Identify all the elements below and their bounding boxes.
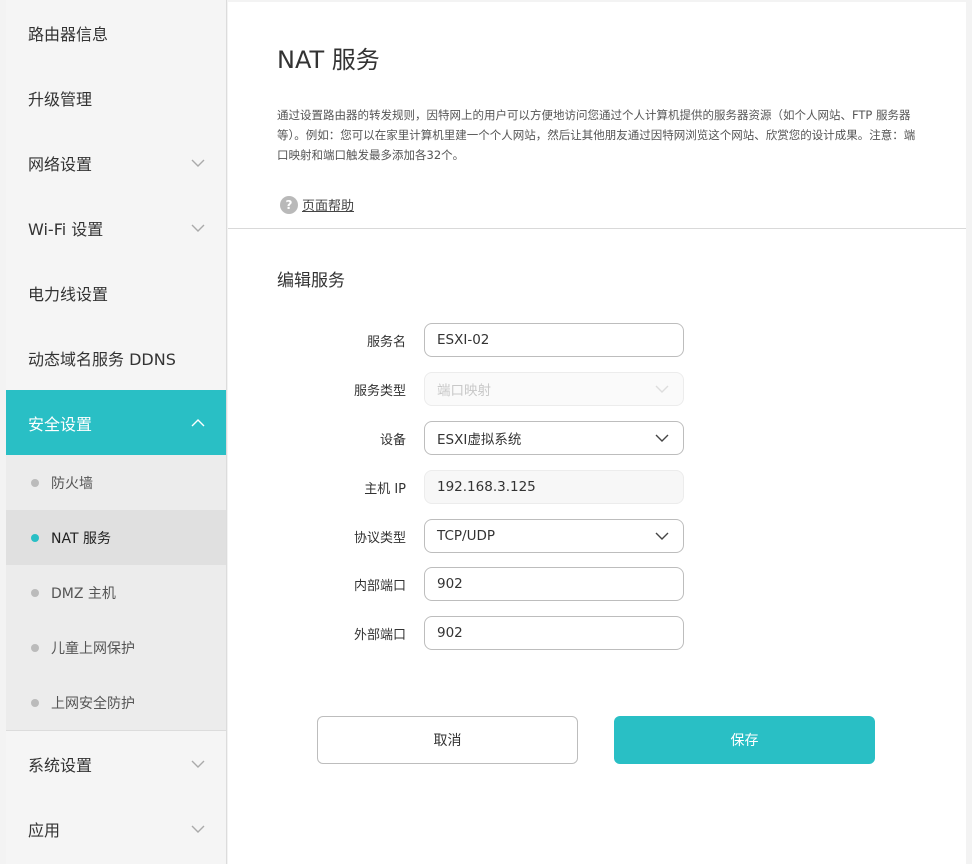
security-submenu: 防火墙 NAT 服务 DMZ 主机 儿童上网保护 上网安全防护 [6,455,226,731]
sidebar-item-security[interactable]: 安全设置 [6,390,226,455]
sidebar-item-upgrade[interactable]: 升级管理 [6,65,226,130]
sidebar-subitem-nat[interactable]: NAT 服务 [6,510,226,565]
sidebar-item-label: 升级管理 [28,89,93,109]
form-row-internal-port: 内部端口 902 [228,566,966,602]
bullet-dot-icon [31,698,39,707]
sidebar-item-system[interactable]: 系统设置 [6,731,226,796]
service-type-label: 服务类型 [353,383,406,399]
section-title: 编辑服务 [277,271,345,291]
sidebar-item-label: 路由器信息 [28,24,109,44]
internal-port-label: 内部端口 [353,578,406,594]
form-row-service-type: 服务类型 端口映射 [228,371,966,407]
sidebar-item-label: 网络设置 [28,154,93,174]
bullet-dot-icon [31,588,39,597]
sidebar-subitem-label: 儿童上网保护 [51,640,135,657]
sidebar-item-powerline[interactable]: 电力线设置 [6,260,226,325]
device-select[interactable]: ESXI虚拟系统 [424,421,684,455]
device-value: ESXI虚拟系统 [437,432,522,448]
chevron-down-icon [190,821,206,837]
host-ip-value: 192.168.3.125 [437,479,536,495]
internal-port-input[interactable]: 902 [424,567,684,601]
page-description: 通过设置路由器的转发规则，因特网上的用户可以方便地访问您通过个人计算机提供的服务… [277,108,916,162]
sidebar-item-wifi[interactable]: Wi-Fi 设置 [6,195,226,260]
sidebar-subitem-label: 防火墙 [51,475,93,492]
form-row-external-port: 外部端口 902 [228,615,966,651]
sidebar-subitem-firewall[interactable]: 防火墙 [6,455,226,510]
service-name-value: ESXI-02 [437,332,490,348]
bullet-dot-icon [31,643,39,652]
page-help-label: 页面帮助 [302,199,355,214]
sidebar-subitem-label: NAT 服务 [51,530,111,547]
sidebar-item-apps[interactable]: 应用 [6,796,226,861]
sidebar-item-label: 电力线设置 [28,284,109,304]
protocol-value: TCP/UDP [437,528,495,544]
protocol-select[interactable]: TCP/UDP [424,519,684,553]
service-type-select: 端口映射 [424,372,684,406]
page-title: NAT 服务 [277,46,380,74]
sidebar-subitem-label: 上网安全防护 [51,695,135,712]
form-row-host-ip: 主机 IP 192.168.3.125 [228,469,966,505]
host-ip-label: 主机 IP [364,481,406,497]
internal-port-value: 902 [437,576,463,592]
save-button[interactable]: 保存 [614,716,875,764]
sidebar-item-ddns[interactable]: 动态域名服务 DDNS [6,325,226,390]
chevron-down-icon [653,429,671,447]
form-row-device: 设备 ESXI虚拟系统 [228,420,966,456]
external-port-label: 外部端口 [353,627,406,643]
sidebar-item-label: 动态域名服务 DDNS [28,349,176,369]
protocol-label: 协议类型 [353,530,406,546]
service-name-label: 服务名 [366,334,406,350]
sidebar-item-label: 安全设置 [28,414,93,434]
device-label: 设备 [379,432,406,448]
sidebar-item-router-info[interactable]: 路由器信息 [6,0,226,65]
service-name-input[interactable]: ESXI-02 [424,323,684,357]
form-row-protocol: 协议类型 TCP/UDP [228,518,966,554]
main-content: NAT 服务 通过设置路由器的转发规则，因特网上的用户可以方便地访问您通过个人计… [228,2,966,864]
service-type-value: 端口映射 [437,383,491,399]
sidebar-item-label: 系统设置 [28,755,93,775]
chevron-down-icon [190,220,206,236]
help-icon: ? [280,195,298,214]
sidebar-item-network[interactable]: 网络设置 [6,130,226,195]
chevron-down-icon [653,527,671,545]
sidebar-item-label: Wi-Fi 设置 [28,219,104,239]
bullet-dot-icon [31,533,39,542]
sidebar: 路由器信息 升级管理 网络设置 Wi-Fi 设置 电力线设置 动态域名服务 DD… [6,0,227,864]
chevron-up-icon [190,415,206,431]
form-row-service-name: 服务名 ESXI-02 [228,322,966,358]
cancel-button[interactable]: 取消 [317,716,578,764]
chevron-down-icon [653,380,671,398]
divider [228,228,966,229]
sidebar-subitem-label: DMZ 主机 [51,585,116,602]
sidebar-subitem-parental[interactable]: 儿童上网保护 [6,620,226,675]
bullet-dot-icon [31,478,39,487]
sidebar-subitem-dmz[interactable]: DMZ 主机 [6,565,226,620]
external-port-input[interactable]: 902 [424,616,684,650]
chevron-down-icon [190,155,206,171]
sidebar-item-label: 应用 [28,820,61,840]
host-ip-field: 192.168.3.125 [424,470,684,504]
page-help-link[interactable]: ? 页面帮助 [280,195,354,214]
sidebar-subitem-web-security[interactable]: 上网安全防护 [6,675,226,730]
chevron-down-icon [190,756,206,772]
external-port-value: 902 [437,625,463,641]
